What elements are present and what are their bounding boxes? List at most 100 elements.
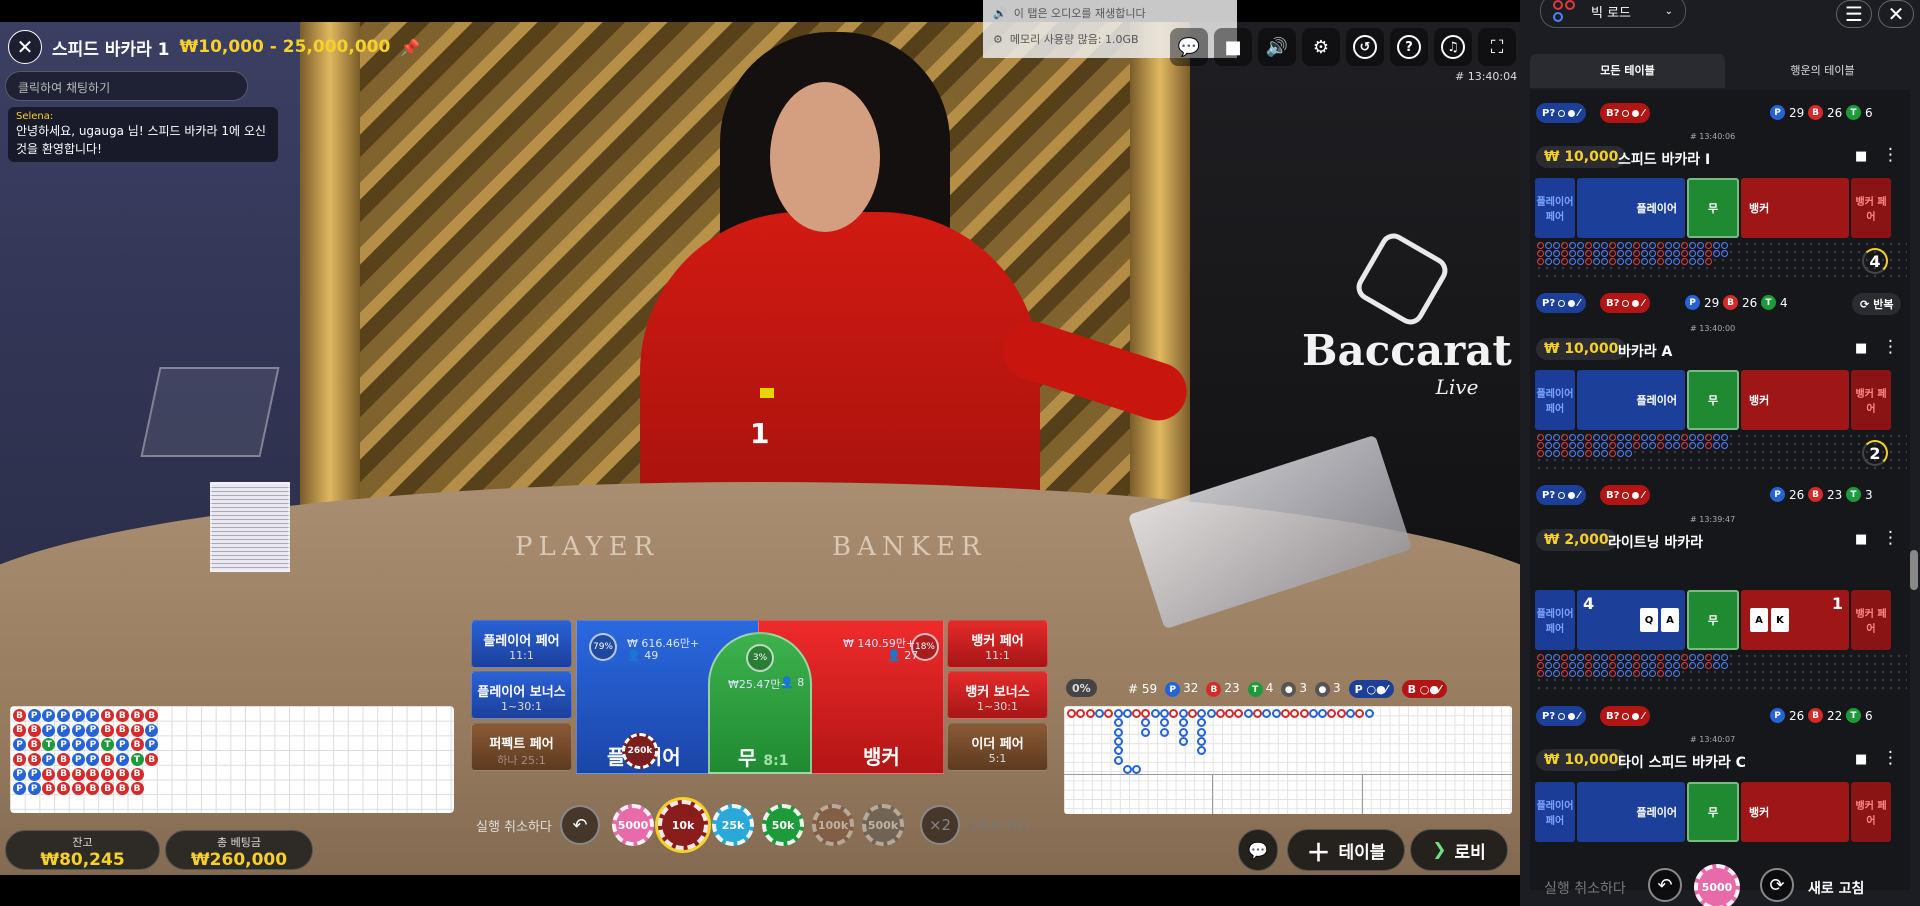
placed-chip[interactable]: 260k [622, 733, 658, 769]
toast-audio: 🔊 이 탭은 오디오를 재생합니다 [993, 7, 1146, 20]
road-mark [1262, 709, 1272, 718]
road-mark [1206, 709, 1216, 718]
road-mark [1197, 746, 1207, 756]
mini-banker-pair[interactable]: 뱅커 페어 [1851, 590, 1891, 650]
chat-input[interactable]: 클릭하여 채팅하기 [5, 71, 248, 101]
road-mark [1633, 242, 1640, 249]
mini-banker[interactable]: 뱅커 [1741, 178, 1849, 238]
tab-lucky-tables[interactable]: 행운의 테이블 [1725, 54, 1920, 88]
more-options-icon[interactable]: ⋮ [1882, 145, 1899, 165]
mini-banker-pair[interactable]: 뱅커 페어 [1851, 178, 1891, 238]
video-camera-icon[interactable]: ■ [1855, 752, 1867, 767]
table-button[interactable]: ＋ 테이블 [1287, 829, 1405, 871]
bead-result: P [13, 767, 26, 781]
banker-prediction-tag[interactable]: B? ⁄ [1600, 293, 1651, 313]
chat-toggle-button[interactable]: 💬 [1170, 28, 1208, 66]
mini-banker-pair[interactable]: 뱅커 페어 [1851, 782, 1891, 842]
banker-ask-button[interactable]: B ○●⁄ [1401, 680, 1447, 698]
undo-button[interactable]: ↶ [560, 805, 600, 845]
mini-player-pair[interactable]: 플레이어 페어 [1535, 370, 1575, 430]
gear-icon: ⚙ [1312, 36, 1330, 58]
mini-tie[interactable]: 무 [1687, 178, 1739, 238]
video-camera-icon[interactable]: ■ [1855, 149, 1867, 164]
close-sidebar-button[interactable]: ✕ [1878, 0, 1914, 28]
perfect-pair-bet[interactable]: 퍼펙트 페어 하나 25:1 [471, 723, 572, 771]
mini-banker-pair[interactable]: 뱅커 페어 [1851, 370, 1891, 430]
menu-button[interactable]: ☰ [1836, 0, 1872, 28]
chip-5000[interactable]: 5000 [612, 804, 654, 846]
road-type-select[interactable]: 빅 로드 ⌄ [1540, 0, 1686, 28]
player-prediction-tag[interactable]: P? ⁄ [1536, 103, 1586, 123]
road-mark [1197, 736, 1207, 746]
sidebar-undo-button[interactable]: ↶ [1648, 868, 1682, 902]
chip-10k[interactable]: 10k [658, 800, 708, 850]
tab-all-tables[interactable]: 모든 테이블 [1530, 54, 1725, 88]
rounds-count: # 59 [1128, 682, 1158, 696]
mini-player[interactable]: 4QA [1577, 590, 1685, 650]
close-game-button[interactable]: ✕ [8, 30, 42, 64]
player-pair-bet[interactable]: 플레이어 페어 11:1 [471, 620, 572, 668]
chip-100k[interactable]: 100k [812, 804, 854, 846]
chip-50k[interactable]: 50k [762, 804, 804, 846]
sidebar-chip[interactable]: 5000 [1694, 864, 1740, 906]
more-options-icon[interactable]: ⋮ [1882, 337, 1899, 357]
mini-banker[interactable]: 뱅커 [1741, 370, 1849, 430]
mini-banker[interactable]: 뱅커 [1741, 782, 1849, 842]
road-mark [1641, 654, 1648, 661]
video-camera-icon[interactable]: ■ [1855, 341, 1867, 356]
settings-button[interactable]: ⚙ [1302, 28, 1340, 66]
dealer-face [770, 82, 880, 232]
lobby-button[interactable]: ❯ 로비 [1410, 829, 1508, 871]
banker-prediction-tag[interactable]: B? ⁄ [1600, 103, 1651, 123]
fullscreen-button[interactable]: ⛶ [1478, 28, 1516, 66]
table-name[interactable]: 라이트닝 바카라 [1608, 532, 1703, 552]
player-bonus-bet[interactable]: 플레이어 보너스 1~30:1 [471, 671, 572, 719]
player-prediction-tag[interactable]: P? ⁄ [1536, 293, 1586, 313]
more-options-icon[interactable]: ⋮ [1882, 528, 1899, 548]
chip-500k[interactable]: 500k [862, 804, 904, 846]
player-prediction-tag[interactable]: P? ⁄ [1536, 706, 1586, 726]
help-button[interactable]: ? [1390, 28, 1428, 66]
mini-tie[interactable]: 무 [1687, 370, 1739, 430]
tie-wins: T4 [1247, 681, 1273, 698]
road-mark [1160, 718, 1169, 728]
mini-banker[interactable]: AK1 [1741, 590, 1849, 650]
more-options-icon[interactable]: ⋮ [1882, 748, 1899, 768]
mini-player[interactable]: 플레이어 [1577, 178, 1685, 238]
banker-prediction-tag[interactable]: B? ⁄ [1600, 485, 1651, 505]
table-name[interactable]: 바카라 A [1618, 341, 1672, 361]
mini-tie[interactable]: 무 [1687, 590, 1739, 650]
mini-player[interactable]: 플레이어 [1577, 782, 1685, 842]
history-button[interactable]: ↺ [1346, 28, 1384, 66]
player-ask-button[interactable]: P ○●⁄ [1348, 680, 1394, 698]
mini-player[interactable]: 플레이어 [1577, 370, 1685, 430]
sound-button[interactable]: 🔊 [1258, 28, 1296, 66]
mini-player-pair[interactable]: 플레이어 페어 [1535, 178, 1575, 238]
video-camera-icon[interactable]: ■ [1855, 532, 1867, 547]
table-name[interactable]: 스피드 바카라 I [1618, 149, 1710, 169]
double-button[interactable]: ×2 [920, 805, 960, 845]
mini-tie[interactable]: 무 [1687, 782, 1739, 842]
sidebar-scrollbar[interactable] [1910, 90, 1918, 850]
scroll-thumb[interactable] [1910, 550, 1918, 590]
chip-25k[interactable]: 25k [712, 804, 754, 846]
banker-prediction-tag[interactable]: B? ⁄ [1600, 706, 1651, 726]
table-header: ₩ 10,000 바카라 A # 13:40:00 ■ ⋮ [1530, 324, 1910, 364]
bead-result: P [57, 709, 71, 722]
banker-pair-bet[interactable]: 뱅커 페어 11:1 [947, 620, 1048, 668]
player-prediction-tag[interactable]: P? ⁄ [1536, 485, 1586, 505]
table-name[interactable]: 타이 스피드 바카라 C [1618, 752, 1746, 772]
road-mark [1641, 242, 1648, 249]
either-pair-bet[interactable]: 이더 페어 5:1 [947, 723, 1048, 771]
tie-bet[interactable]: 3% ₩25.47만+ 👤 8 무 8:1 [708, 632, 812, 774]
repeat-button[interactable]: ⟳ 반복 [1852, 293, 1902, 315]
mini-player-pair[interactable]: 플레이어 페어 [1535, 782, 1575, 842]
support-button[interactable]: ♫ [1434, 28, 1472, 66]
road-mark [1713, 242, 1720, 249]
banker-bonus-bet[interactable]: 뱅커 보너스 1~30:1 [947, 671, 1048, 719]
mini-player-pair[interactable]: 플레이어 페어 [1535, 590, 1575, 650]
chat-bubble-button[interactable]: 💬 [1238, 829, 1278, 871]
video-button[interactable]: ■ [1214, 28, 1252, 66]
pin-icon[interactable]: 📌 [400, 38, 420, 57]
refresh-button[interactable]: ⟳ [1760, 868, 1794, 902]
